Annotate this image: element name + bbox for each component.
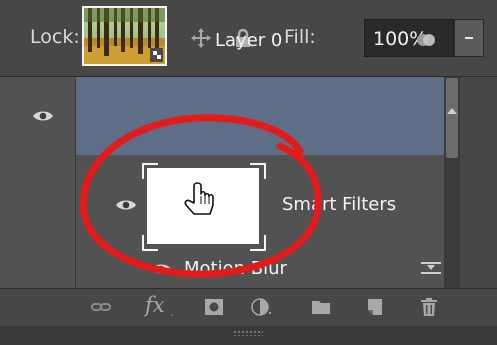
filter-blending-options-icon[interactable] bbox=[419, 258, 443, 278]
fill-dropdown-button[interactable] bbox=[454, 19, 484, 57]
lock-label: Lock: bbox=[30, 26, 80, 48]
trash-icon[interactable] bbox=[418, 297, 440, 317]
layer-thumbnail[interactable] bbox=[82, 6, 167, 66]
link-layers-icon[interactable] bbox=[90, 297, 112, 317]
mask-corner bbox=[250, 235, 266, 251]
fx-icon[interactable]: fx bbox=[145, 293, 165, 317]
layer-visibility-eye-icon[interactable] bbox=[32, 109, 54, 123]
mask-corner bbox=[250, 163, 266, 179]
mask-corner bbox=[142, 235, 158, 251]
smart-filters-label[interactable]: Smart Filters bbox=[282, 194, 396, 215]
fill-input[interactable]: 100% bbox=[364, 19, 454, 57]
new-layer-icon[interactable] bbox=[364, 297, 386, 317]
smart-filter-mask-thumbnail[interactable] bbox=[147, 168, 259, 244]
minus-icon bbox=[465, 36, 473, 39]
grip-dots bbox=[233, 330, 263, 336]
panel-right-edge bbox=[460, 77, 497, 288]
layer-row-layer-0[interactable] bbox=[76, 77, 444, 155]
scrollbar-thumb[interactable] bbox=[446, 78, 458, 158]
mask-corner bbox=[142, 163, 158, 179]
layer-name[interactable]: Layer 0 bbox=[215, 30, 282, 51]
new-group-folder-icon[interactable] bbox=[310, 297, 332, 317]
adjustment-layer-icon[interactable] bbox=[250, 297, 272, 317]
smart-filters-toggle-icon[interactable] bbox=[416, 32, 436, 48]
layers-panel: Lock: Fill: 100% Layer 0 Smart Filters M… bbox=[0, 0, 497, 345]
scroll-up-arrow-icon[interactable] bbox=[446, 106, 458, 116]
fill-label: Fill: bbox=[284, 26, 316, 48]
lock-position-icon[interactable] bbox=[190, 27, 212, 49]
fx-dropdown-marker: . bbox=[170, 306, 174, 319]
add-mask-icon[interactable] bbox=[203, 297, 225, 317]
forest-image bbox=[84, 8, 165, 64]
motion-blur-visibility-eye-icon[interactable] bbox=[150, 262, 172, 276]
motion-blur-filter-label[interactable]: Motion Blur bbox=[184, 258, 287, 279]
smart-filters-visibility-eye-icon[interactable] bbox=[115, 198, 137, 212]
